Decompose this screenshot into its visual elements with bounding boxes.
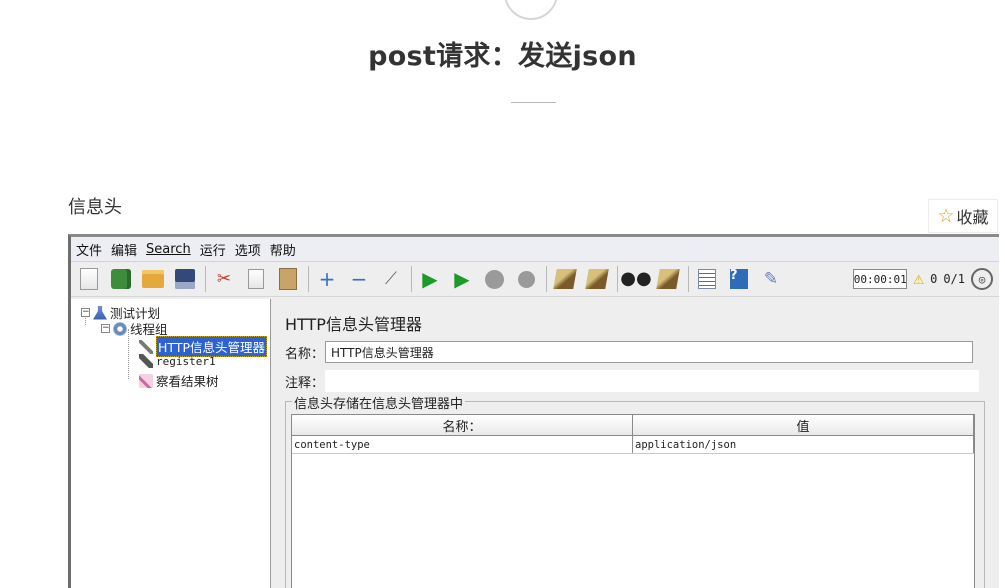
- cut-icon[interactable]: ✂: [212, 267, 236, 291]
- header-name-cell[interactable]: content-type: [292, 436, 633, 453]
- name-field[interactable]: HTTP信息头管理器: [325, 341, 973, 363]
- toolbar-separator: [617, 266, 618, 292]
- menu-bar: 文件 编辑 Search 运行 选项 帮助: [71, 237, 999, 262]
- tree-item-register[interactable]: register1: [139, 354, 216, 368]
- pencil-icon: [139, 354, 153, 368]
- save-icon[interactable]: [173, 267, 197, 291]
- menu-edit[interactable]: 编辑: [111, 240, 137, 259]
- toolbar-separator: [205, 266, 206, 292]
- comment-row: 注释：: [285, 370, 979, 392]
- headers-group-legend: 信息头存储在信息头管理器中: [292, 393, 466, 412]
- expand-icon[interactable]: +: [315, 267, 339, 291]
- article-title: post请求：发送json: [368, 41, 637, 72]
- panel-title: HTTP信息头管理器: [285, 315, 422, 334]
- headers-group: 信息头存储在信息头管理器中 名称： 值 content-type applica…: [285, 393, 985, 588]
- new-icon[interactable]: [77, 267, 101, 291]
- favorite-label: 收藏: [956, 208, 989, 227]
- start-no-pauses-icon[interactable]: ▶: [450, 267, 474, 291]
- comment-field[interactable]: [325, 370, 979, 392]
- star-icon: ☆: [937, 204, 955, 227]
- wrench-icon: [139, 339, 153, 354]
- jmeter-window: 文件 编辑 Search 运行 选项 帮助 ✂ + − ⟋ ▶ ▶ ●● ? ✎: [68, 234, 999, 588]
- toolbar-separator: [546, 266, 547, 292]
- menu-help[interactable]: 帮助: [270, 240, 296, 259]
- flask-icon: [93, 305, 107, 320]
- tree-label: register1: [156, 354, 216, 368]
- tree-label: 察看结果树: [156, 374, 219, 389]
- gear-icon: [113, 321, 127, 336]
- elapsed-timer: 00:00:01: [853, 269, 908, 289]
- warning-count: 0: [930, 272, 938, 286]
- clear-all-icon[interactable]: [585, 267, 609, 291]
- reset-search-icon[interactable]: [656, 267, 680, 291]
- collapse-icon[interactable]: −: [347, 267, 371, 291]
- menu-run[interactable]: 运行: [200, 240, 226, 259]
- chart-icon: [139, 373, 153, 388]
- shutdown-icon[interactable]: [514, 267, 538, 291]
- templates-icon[interactable]: [109, 267, 133, 291]
- comment-label: 注释：: [285, 375, 325, 391]
- header-manager-panel: HTTP信息头管理器 名称： HTTP信息头管理器 注释： 信息头存储在信息头管…: [274, 299, 999, 588]
- collapse-toggle-icon[interactable]: −: [101, 324, 110, 333]
- name-row: 名称： HTTP信息头管理器: [285, 341, 973, 363]
- help-icon[interactable]: ?: [727, 267, 751, 291]
- paste-icon[interactable]: [276, 267, 300, 291]
- toolbar-separator: [688, 266, 689, 292]
- title-divider: [511, 102, 556, 103]
- name-label: 名称：: [285, 346, 325, 362]
- column-header-value[interactable]: 值: [633, 415, 974, 435]
- header-value-cell[interactable]: application/json: [633, 436, 974, 453]
- stop-icon[interactable]: [482, 267, 506, 291]
- remote-icon[interactable]: ✎: [759, 267, 783, 291]
- status-area: 00:00:01 ⚠ 0 0/1 ◎: [853, 268, 993, 290]
- table-header: 名称： 值: [292, 415, 974, 436]
- table-row[interactable]: content-type application/json: [292, 436, 974, 454]
- section-label: 信息头: [68, 197, 122, 218]
- toggle-icon[interactable]: ⟋: [379, 267, 403, 291]
- collapse-toggle-icon[interactable]: −: [81, 308, 90, 317]
- menu-search-label: Search: [146, 241, 191, 257]
- toolbar-separator: [308, 266, 309, 292]
- search-icon[interactable]: ●●: [620, 267, 651, 291]
- remote-status-icon[interactable]: ◎: [971, 268, 993, 290]
- toolbar: ✂ + − ⟋ ▶ ▶ ●● ? ✎ 00:00:01 ⚠ 0 0/1 ◎: [71, 262, 999, 297]
- toolbar-separator: [411, 266, 412, 292]
- function-helper-icon[interactable]: [695, 267, 719, 291]
- menu-search[interactable]: Search: [146, 242, 191, 257]
- copy-icon[interactable]: [244, 267, 268, 291]
- open-icon[interactable]: [141, 267, 165, 291]
- favorite-button[interactable]: ☆ 收藏: [928, 199, 998, 233]
- warning-icon[interactable]: ⚠: [913, 270, 924, 288]
- menu-file[interactable]: 文件: [76, 240, 102, 259]
- thread-ratio: 0/1: [943, 272, 965, 286]
- clear-icon[interactable]: [553, 267, 577, 291]
- menu-options[interactable]: 选项: [235, 240, 261, 259]
- headers-table: 名称： 值 content-type application/json: [291, 414, 975, 588]
- tree-item-results-tree[interactable]: 察看结果树: [139, 371, 219, 390]
- column-header-name[interactable]: 名称：: [292, 415, 633, 435]
- start-icon[interactable]: ▶: [418, 267, 442, 291]
- author-avatar[interactable]: [504, 0, 558, 20]
- test-plan-tree: − 测试计划 − 线程组 HTTP信息头管理器 register1 察看结果树: [71, 299, 271, 588]
